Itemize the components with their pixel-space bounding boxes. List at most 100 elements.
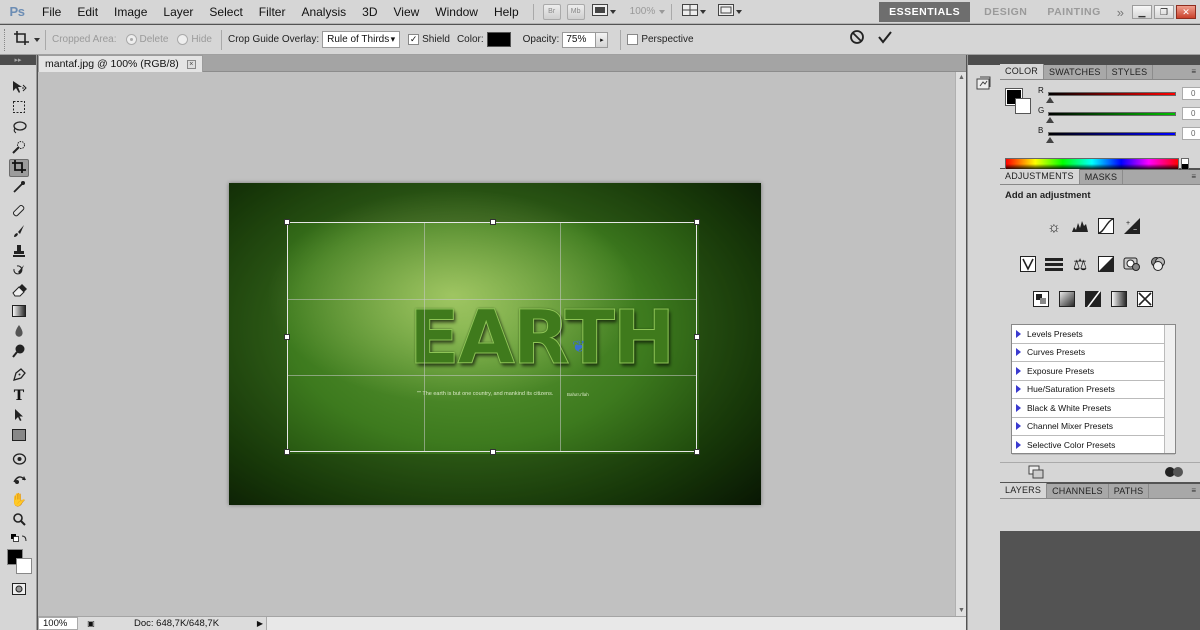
eraser-tool[interactable] [9, 283, 29, 301]
commit-crop-button[interactable] [876, 29, 894, 47]
move-tool[interactable] [9, 79, 29, 97]
menu-window[interactable]: Window [427, 0, 486, 24]
workspace-essentials[interactable]: ESSENTIALS [879, 2, 971, 22]
tab-adjustments[interactable]: ADJUSTMENTS [1000, 169, 1080, 184]
panel-menu-icon[interactable]: ≡ [1191, 486, 1196, 495]
crop-bounding-box[interactable] [284, 219, 700, 455]
zoom-tool[interactable] [9, 511, 29, 529]
crop-guide-overlay-select[interactable]: Rule of Thirds [322, 31, 401, 48]
shield-checkbox[interactable]: ✓ [408, 34, 420, 45]
posterize-button[interactable] [1057, 290, 1077, 310]
blue-value-input[interactable]: 0 [1182, 127, 1200, 140]
arrange-documents-button[interactable] [682, 3, 710, 21]
preset-levels[interactable]: Levels Presets [1012, 325, 1175, 344]
menu-help[interactable]: Help [486, 0, 527, 24]
gradient-map-button[interactable] [1109, 290, 1129, 310]
channel-mixer-button[interactable] [1148, 255, 1168, 275]
hand-tool[interactable]: ✋ [9, 491, 29, 509]
green-channel-slider[interactable]: G 0 [1038, 106, 1200, 124]
panel-menu-icon[interactable]: ≡ [1191, 172, 1196, 181]
black-white-ramp[interactable] [1181, 158, 1189, 170]
more-workspaces-button[interactable]: » [1111, 5, 1130, 20]
pen-tool[interactable] [9, 367, 29, 385]
crop-handle-top-left[interactable] [284, 219, 290, 225]
tools-panel-header[interactable]: ▸▸ [0, 55, 36, 65]
dodge-tool[interactable] [9, 343, 29, 361]
zoom-level-dropdown[interactable]: 100% [630, 6, 656, 17]
vibrance-button[interactable] [1018, 255, 1038, 275]
close-tab-button[interactable]: × [186, 59, 196, 69]
shape-tool[interactable] [9, 427, 29, 445]
tab-swatches[interactable]: SWATCHES [1044, 65, 1107, 79]
bridge-button[interactable]: Br [542, 3, 561, 20]
gradient-tool[interactable] [9, 303, 29, 321]
tab-layers[interactable]: LAYERS [1000, 483, 1048, 498]
history-brush-tool[interactable] [9, 263, 29, 281]
green-track[interactable] [1048, 112, 1176, 116]
hue-saturation-button[interactable] [1044, 255, 1064, 275]
vertical-scrollbar[interactable]: ▲ ▼ [955, 72, 966, 616]
view-extras-button[interactable] [591, 3, 620, 21]
shield-color-swatch[interactable] [486, 32, 511, 47]
crop-handle-top[interactable] [490, 219, 496, 225]
tab-color[interactable]: COLOR [1000, 64, 1045, 79]
tab-masks[interactable]: MASKS [1080, 170, 1124, 184]
crop-handle-top-right[interactable] [694, 219, 700, 225]
status-info-button[interactable]: ▣ [84, 617, 98, 630]
threshold-button[interactable] [1083, 290, 1103, 310]
lasso-tool[interactable] [9, 119, 29, 137]
blur-tool[interactable] [9, 323, 29, 341]
invert-button[interactable] [1031, 290, 1051, 310]
preset-curves[interactable]: Curves Presets [1012, 344, 1175, 362]
view-previous-state-button[interactable] [1164, 465, 1184, 482]
blue-thumb[interactable] [1046, 137, 1054, 143]
preset-selective-color[interactable]: Selective Color Presets [1012, 436, 1175, 455]
red-value-input[interactable]: 0 [1182, 87, 1200, 100]
red-thumb[interactable] [1046, 97, 1054, 103]
menu-view[interactable]: View [385, 0, 427, 24]
quick-mask-button[interactable] [9, 581, 29, 599]
clone-stamp-tool[interactable] [9, 243, 29, 261]
default-colors-button[interactable] [9, 531, 29, 549]
preset-list-scrollbar[interactable] [1164, 325, 1175, 453]
crop-handle-bottom-left[interactable] [284, 449, 290, 455]
3d-orbit-tool[interactable] [9, 471, 29, 489]
crop-handle-right[interactable] [694, 334, 700, 340]
menu-3d[interactable]: 3D [354, 0, 385, 24]
menu-edit[interactable]: Edit [69, 0, 106, 24]
red-channel-slider[interactable]: R 0 [1038, 86, 1200, 104]
eyedropper-tool[interactable] [9, 179, 29, 197]
menu-file[interactable]: File [34, 0, 69, 24]
red-track[interactable] [1048, 92, 1176, 96]
selective-color-button[interactable] [1135, 290, 1155, 310]
workspace-design[interactable]: DESIGN [974, 0, 1037, 24]
mini-bridge-button[interactable]: Mb [566, 3, 585, 20]
close-window-button[interactable]: ✕ [1176, 5, 1196, 19]
preset-exposure[interactable]: Exposure Presets [1012, 362, 1175, 381]
path-selection-tool[interactable] [9, 407, 29, 425]
levels-button[interactable] [1070, 217, 1090, 237]
options-bar-grip[interactable] [4, 28, 7, 51]
opacity-input[interactable]: 75% [562, 31, 597, 48]
brush-tool[interactable] [9, 223, 29, 241]
preset-hue-saturation[interactable]: Hue/Saturation Presets [1012, 381, 1175, 399]
dock-header[interactable] [968, 55, 1000, 65]
tab-paths[interactable]: PATHS [1109, 484, 1150, 498]
menu-filter[interactable]: Filter [251, 0, 294, 24]
menu-select[interactable]: Select [201, 0, 250, 24]
preset-channel-mixer[interactable]: Channel Mixer Presets [1012, 418, 1175, 436]
horizontal-scrollbar[interactable] [266, 617, 966, 630]
crop-tool[interactable] [9, 159, 29, 177]
green-thumb[interactable] [1046, 117, 1054, 123]
type-tool[interactable]: T [9, 387, 29, 405]
preset-black-white[interactable]: Black & White Presets [1012, 399, 1175, 418]
image-canvas[interactable]: EARTH ❦ "" The earth is but one country,… [229, 183, 761, 505]
opacity-slider-button[interactable]: ▸ [596, 31, 609, 48]
background-color-swatch[interactable] [16, 558, 32, 574]
crop-handle-left[interactable] [284, 334, 290, 340]
color-balance-button[interactable]: ⚖ [1070, 255, 1090, 275]
workspace-painting[interactable]: PAINTING [1037, 0, 1110, 24]
screen-mode-button[interactable] [718, 3, 746, 21]
brightness-contrast-button[interactable]: ☼ [1044, 217, 1064, 237]
blue-channel-slider[interactable]: B 0 [1038, 126, 1200, 144]
